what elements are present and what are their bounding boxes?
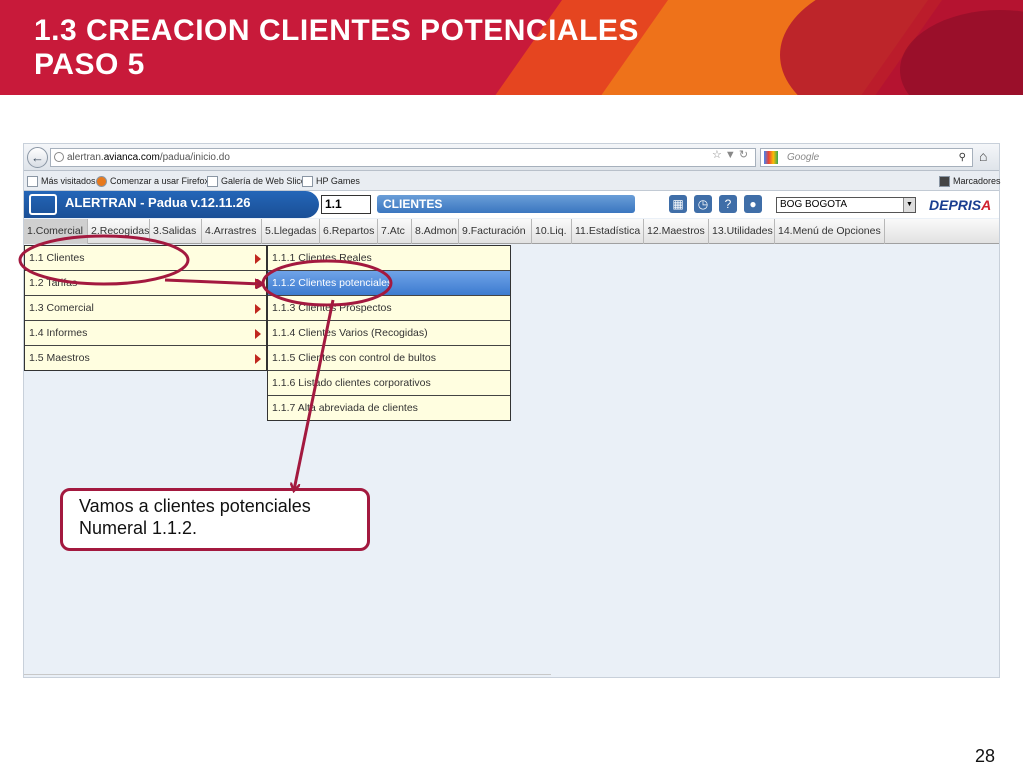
callout-line2: Numeral 1.1.2. (79, 518, 198, 538)
app-header: ALERTRAN - Padua v.12.11.26 1.1 CLIENTES… (24, 191, 999, 218)
page-number: 28 (975, 746, 996, 766)
menu-liq[interactable]: 10.Liq. (532, 219, 572, 244)
google-icon (764, 151, 778, 164)
firefox-icon (96, 175, 107, 187)
title-banner: 1.3 CREACION CLIENTES POTENCIALES PASO 5 (0, 0, 1023, 95)
submenu-item-control-bultos[interactable]: 1.1.5 Clientes con control de bultos (268, 346, 510, 371)
browser-navbar: ← alertran.avianca.com/padua/inicio.do ☆… (24, 144, 999, 171)
menu-maestros[interactable]: 12.Maestros (644, 219, 709, 244)
annotation-callout: Vamos a clientes potenciales Numeral 1.1… (60, 488, 370, 551)
option-code-input[interactable]: 1.1 (321, 195, 371, 214)
menu-arrastres[interactable]: 4.Arrastres (202, 219, 262, 244)
menu-opciones[interactable]: 14.Menú de Opciones (775, 219, 885, 244)
menu-atc[interactable]: 7.Atc (378, 219, 412, 244)
deprisa-logo: DEPRISA (929, 197, 992, 213)
url-prefix: alertran. (67, 152, 104, 163)
main-menu: 1.Comercial 2.Recogidas 3.Salidas 4.Arra… (24, 219, 999, 244)
bookmark-mas-visitados[interactable]: Más visitados (27, 171, 96, 191)
status-divider (24, 674, 551, 675)
menu-facturacion[interactable]: 9.Facturación (459, 219, 532, 244)
submenu-item-alta-abreviada[interactable]: 1.1.7 Alta abreviada de clientes (268, 396, 510, 421)
clock-icon[interactable]: ◷ (694, 195, 712, 213)
menu-recogidas[interactable]: 2.Recogidas (88, 219, 150, 244)
bookmarks-menu[interactable]: Marcadores (939, 171, 1001, 191)
slide-title-line1: 1.3 CREACION CLIENTES POTENCIALES (34, 14, 639, 47)
bookmarks-bar: Más visitados Comenzar a usar Firefox Ga… (24, 171, 1001, 191)
menu-admon[interactable]: 8.Admon (412, 219, 459, 244)
search-placeholder: Google (787, 152, 820, 163)
menu-llegadas[interactable]: 5.Llegadas (262, 219, 320, 244)
menu-estadistica[interactable]: 11.Estadística (572, 219, 644, 244)
bus-icon (29, 194, 57, 215)
callout-line1: Vamos a clientes potenciales (79, 496, 311, 516)
app-title: ALERTRAN - Padua v.12.11.26 (65, 195, 251, 210)
bookmark-firefox[interactable]: Comenzar a usar Firefox (96, 171, 209, 191)
submenu-item-tarifas[interactable]: 1.2 Tarifas (25, 271, 266, 296)
help-icon[interactable]: ? (719, 195, 737, 213)
home-icon[interactable]: ⌂ (979, 148, 987, 164)
chevron-right-icon (255, 304, 261, 314)
url-bar[interactable]: alertran.avianca.com/padua/inicio.do (50, 148, 756, 167)
bookmarks-icon (939, 175, 950, 187)
slide-title-line2: PASO 5 (34, 48, 145, 81)
url-domain: avianca.com (103, 152, 160, 163)
submenu-clientes: 1.1.1 Clientes Reales 1.1.2 Clientes pot… (267, 245, 511, 421)
chevron-right-icon (255, 279, 261, 289)
submenu-item-maestros[interactable]: 1.5 Maestros (25, 346, 266, 371)
menu-repartos[interactable]: 6.Repartos (320, 219, 378, 244)
submenu-item-informes[interactable]: 1.4 Informes (25, 321, 266, 346)
city-select[interactable]: BOG BOGOTA ▼ (776, 197, 916, 213)
submenu-item-clientes-prospectos[interactable]: 1.1.3 Clientes Prospectos (268, 296, 510, 321)
search-icon[interactable]: ⚲ (959, 149, 966, 166)
submenu-item-clientes-reales[interactable]: 1.1.1 Clientes Reales (268, 246, 510, 271)
chevron-right-icon (255, 354, 261, 364)
user-icon[interactable]: ● (744, 195, 762, 213)
menu-utilidades[interactable]: 13.Utilidades (709, 219, 775, 244)
submenu-item-comercial[interactable]: 1.3 Comercial (25, 296, 266, 321)
search-input[interactable]: Google ⚲ (760, 148, 973, 167)
module-title: CLIENTES (377, 195, 635, 213)
bookmark-hp-games[interactable]: HP Games (302, 171, 360, 191)
back-button[interactable]: ← (27, 147, 48, 168)
bookmark-icon (27, 175, 38, 187)
reload-icon[interactable]: ☆ ▼ ↻ (712, 148, 748, 161)
url-path: /padua/inicio.do (159, 152, 230, 163)
hp-games-icon (302, 175, 313, 187)
globe-icon (54, 152, 64, 162)
app-title-bar: ALERTRAN - Padua v.12.11.26 (24, 191, 319, 218)
submenu-item-clientes[interactable]: 1.1 Clientes (25, 246, 266, 271)
bookmark-web-slice[interactable]: Galería de Web Slice (207, 171, 306, 191)
submenu-item-clientes-varios[interactable]: 1.1.4 Clientes Varios (Recogidas) (268, 321, 510, 346)
web-slice-icon (207, 175, 218, 187)
chevron-down-icon[interactable]: ▼ (903, 198, 915, 212)
submenu-item-listado-corporativos[interactable]: 1.1.6 Listado clientes corporativos (268, 371, 510, 396)
submenu-comercial: 1.1 Clientes 1.2 Tarifas 1.3 Comercial 1… (24, 245, 267, 371)
menu-salidas[interactable]: 3.Salidas (150, 219, 202, 244)
calendar-icon[interactable]: ▦ (669, 195, 687, 213)
slide-title: 1.3 CREACION CLIENTES POTENCIALES PASO 5 (34, 14, 639, 82)
chevron-right-icon (255, 329, 261, 339)
chevron-right-icon (255, 254, 261, 264)
menu-comercial[interactable]: 1.Comercial (24, 219, 88, 244)
app-screenshot: ← alertran.avianca.com/padua/inicio.do ☆… (23, 143, 1001, 678)
submenu-item-clientes-potenciales[interactable]: 1.1.2 Clientes potenciales (268, 271, 510, 296)
city-value: BOG BOGOTA (780, 199, 848, 210)
